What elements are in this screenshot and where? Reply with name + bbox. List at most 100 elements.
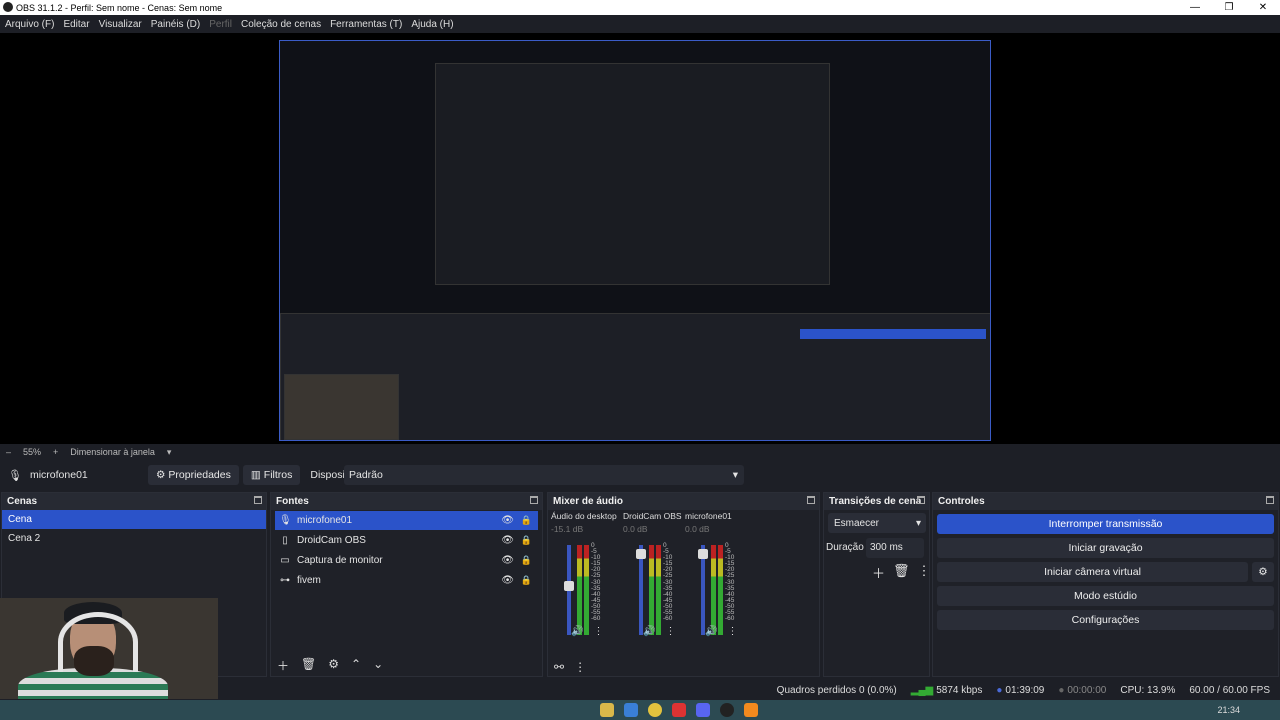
more-options-icon[interactable]: ⋮ xyxy=(918,563,931,582)
channel-db: 0.0 dB xyxy=(685,524,710,534)
transition-type: Esmaecer xyxy=(834,517,880,529)
obs-icon[interactable] xyxy=(720,703,734,717)
filter-icon: ▥ xyxy=(250,469,261,481)
volume-slider[interactable] xyxy=(636,545,646,635)
volume-icon[interactable]: 🔊 xyxy=(571,626,583,637)
scene-item[interactable]: Cena xyxy=(2,510,266,529)
gear-icon[interactable]: ⚙ xyxy=(328,657,339,674)
monitor-icon: ▭ xyxy=(280,555,290,566)
lock-icon[interactable]: 🔒 xyxy=(521,535,532,546)
level-meter xyxy=(718,545,723,635)
discord-icon[interactable] xyxy=(696,703,710,717)
more-options-icon[interactable]: ⋮ xyxy=(665,626,675,637)
popout-icon[interactable] xyxy=(917,496,925,504)
filters-button[interactable]: ▥ Filtros xyxy=(242,465,301,485)
close-button[interactable]: ✕ xyxy=(1246,0,1280,15)
menu-perfil[interactable]: Perfil xyxy=(209,19,232,30)
zoom-in-button[interactable]: + xyxy=(53,447,58,457)
lock-icon[interactable]: 🔒 xyxy=(521,575,532,586)
zoom-out-button[interactable]: – xyxy=(6,447,11,457)
menu-paineis[interactable]: Painéis (D) xyxy=(151,19,200,30)
start-virtual-camera-button[interactable]: Iniciar câmera virtual xyxy=(937,562,1248,582)
add-source-button[interactable]: ＋ xyxy=(277,657,289,674)
device-select[interactable]: Padrão ▾ xyxy=(344,465,744,485)
source-item[interactable]: ▭ Captura de monitor 👁 🔒 xyxy=(275,551,538,570)
taskbar: 21:34 xyxy=(0,700,1280,720)
minimize-button[interactable]: — xyxy=(1178,0,1212,15)
trash-icon[interactable]: 🗑 xyxy=(301,657,316,674)
channel-db: 0.0 dB xyxy=(623,524,648,534)
zoom-mode-select[interactable]: Dimensionar à janela xyxy=(70,447,155,457)
trash-icon[interactable]: 🗑 xyxy=(893,563,910,582)
db-scale: 0 -5 -10 -15 -20 -25 -30 -35 -40 -45 -50 -55 -60 xyxy=(725,542,735,623)
eye-icon[interactable]: 👁 xyxy=(501,535,514,546)
mixer-channel: Áudio do desktop -15.1 dB 0 -5 -10 -15 -20 -25-… xyxy=(551,511,617,661)
eye-icon[interactable]: 👁 xyxy=(501,555,514,566)
scale-tick: -60 xyxy=(725,615,735,623)
volume-slider[interactable] xyxy=(698,545,708,635)
chrome-icon[interactable] xyxy=(648,703,662,717)
lock-icon[interactable]: 🔒 xyxy=(521,515,532,526)
transition-select[interactable]: Esmaecer ▾ xyxy=(828,513,926,533)
source-item[interactable]: ⊶ fivem 👁 🔒 xyxy=(275,571,538,590)
preview-canvas[interactable] xyxy=(0,33,1280,444)
scale-tick: -60 xyxy=(591,615,601,623)
nested-webcam xyxy=(284,374,399,440)
add-transition-button[interactable]: ＋ xyxy=(872,563,885,582)
app-icon[interactable] xyxy=(624,703,638,717)
headset xyxy=(58,612,138,672)
slider-handle[interactable] xyxy=(698,549,708,559)
level-meter xyxy=(711,545,716,635)
source-item[interactable]: 🎙 microfone01 👁 🔒 xyxy=(275,511,538,530)
duration-input[interactable]: 300 ms xyxy=(866,538,924,558)
studio-mode-button[interactable]: Modo estúdio xyxy=(937,586,1274,606)
arrow-down-icon[interactable]: ⌄ xyxy=(373,657,383,674)
app-icon[interactable] xyxy=(672,703,686,717)
menu-editar[interactable]: Editar xyxy=(63,19,89,30)
popout-icon[interactable] xyxy=(254,496,262,504)
start-recording-button[interactable]: Iniciar gravação xyxy=(937,538,1274,558)
settings-button[interactable]: Configurações xyxy=(937,610,1274,630)
app-icon[interactable] xyxy=(744,703,758,717)
menu-colecao[interactable]: Coleção de cenas xyxy=(241,19,321,30)
duration-value: 300 ms xyxy=(870,542,903,553)
controls-dock: Controles Interromper transmissão Inicia… xyxy=(932,492,1279,677)
slider-handle[interactable] xyxy=(636,549,646,559)
volume-slider[interactable] xyxy=(564,545,574,635)
volume-icon[interactable]: 🔊 xyxy=(705,626,717,637)
properties-button[interactable]: ⚙ Propriedades xyxy=(147,465,239,485)
gear-icon[interactable]: ⚙ xyxy=(1252,562,1274,582)
eye-icon[interactable]: 👁 xyxy=(501,515,514,526)
mixer-channel: DroidCam OBS 0.0 dB 0 -5 -10 -15 -20 -25 -30 -35-… xyxy=(623,511,685,661)
slider-handle[interactable] xyxy=(564,581,574,591)
source-label: DroidCam OBS xyxy=(297,535,366,546)
more-options-icon[interactable]: ⋮ xyxy=(727,626,737,637)
obs-logo-icon xyxy=(3,2,13,12)
folder-icon[interactable] xyxy=(600,703,614,717)
chevron-down-icon[interactable]: ▾ xyxy=(167,447,172,458)
source-item[interactable]: ▯ DroidCam OBS 👁 🔒 xyxy=(275,531,538,550)
link-icon[interactable]: ⚯ xyxy=(554,660,564,674)
scene-item[interactable]: Cena 2 xyxy=(2,529,266,548)
popout-icon[interactable] xyxy=(1266,496,1274,504)
duration-label: Duração xyxy=(826,542,864,553)
lock-icon[interactable]: 🔒 xyxy=(521,555,532,566)
more-options-icon[interactable]: ⋮ xyxy=(593,626,603,637)
menu-visualizar[interactable]: Visualizar xyxy=(99,19,142,30)
maximize-button[interactable]: ❐ xyxy=(1212,0,1246,15)
chevron-down-icon: ▾ xyxy=(915,517,921,529)
nested-preview xyxy=(435,63,830,285)
eye-icon[interactable]: 👁 xyxy=(501,575,514,586)
menu-arquivo[interactable]: Arquivo (F) xyxy=(5,19,54,30)
live-icon: ● xyxy=(996,684,1003,696)
more-options-icon[interactable]: ⋮ xyxy=(574,660,586,674)
popout-icon[interactable] xyxy=(530,496,538,504)
fps: 60.00 / 60.00 FPS xyxy=(1189,684,1270,696)
popout-icon[interactable] xyxy=(807,496,815,504)
arrow-up-icon[interactable]: ⌃ xyxy=(351,657,361,674)
chevron-down-icon: ▾ xyxy=(732,469,738,481)
menu-ajuda[interactable]: Ajuda (H) xyxy=(411,19,453,30)
stop-streaming-button[interactable]: Interromper transmissão xyxy=(937,514,1274,534)
menu-ferramentas[interactable]: Ferramentas (T) xyxy=(330,19,402,30)
volume-icon[interactable]: 🔊 xyxy=(643,626,655,637)
